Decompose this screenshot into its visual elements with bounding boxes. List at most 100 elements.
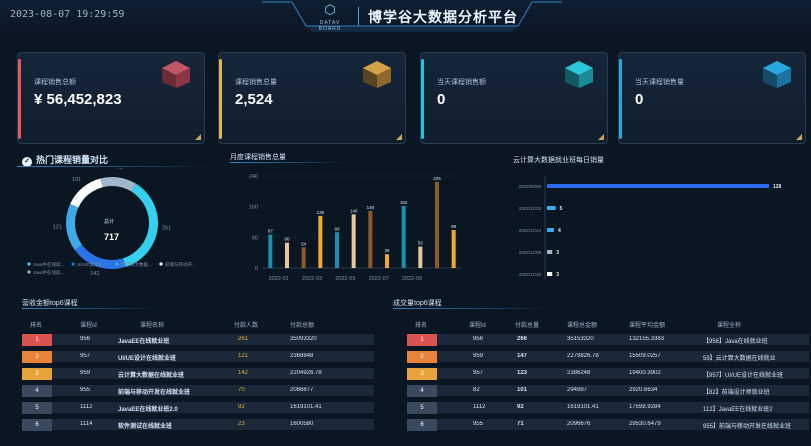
bar-value-label: 66	[284, 237, 290, 242]
y-tick-label: 2022/11/25	[519, 206, 542, 211]
donut-center-label: 总计	[104, 219, 115, 225]
table-row[interactable]: 5 1112 JavaEE在线就业班2.0 92 1619101.41	[22, 402, 374, 414]
header-course-id: 课程id	[80, 323, 97, 329]
cell-course-id: 956	[473, 336, 484, 342]
cell-payment-qty: 101	[517, 387, 528, 393]
x-tick-label: 2022-03	[302, 276, 322, 282]
bar	[268, 234, 273, 268]
card-accent-bar	[619, 59, 622, 139]
cell-course-name: JavaEE在线就业班	[118, 339, 170, 345]
monthly-sales-title: 月度课程销售总量	[230, 154, 286, 161]
bar	[285, 242, 289, 268]
cell-course-id: 959	[473, 353, 484, 359]
header-course-name: 课程名称	[140, 323, 165, 329]
bar-value-label: 93	[334, 226, 340, 231]
table-row[interactable]: 6 955 71 2096676 29530.6479 955】前端与移动开发在线就业班	[407, 419, 809, 431]
cell-course-name: 前端与移动开发在线就业班	[118, 390, 191, 396]
rank-badge: 1	[407, 334, 437, 346]
legend-swatch	[71, 262, 75, 266]
legend-swatch	[115, 262, 119, 266]
cell-payer-count: 261	[238, 336, 249, 342]
rank-badge: 4	[407, 385, 437, 397]
card-label: 当天课程销售额	[437, 79, 486, 86]
header-course-avg: 课程平均金额	[629, 323, 666, 329]
rank-badge: 6	[22, 419, 52, 431]
title-divider	[358, 7, 359, 25]
volume-table: 排名 课程id 付款总量 课程总金额 课程平均金额 课程全称 1 956 266 35…	[407, 318, 809, 442]
monthly-sales-bar-chart: 0 80 160 240 87 66 54 136 93 140 149 36 162 56 225 99 20…	[249, 174, 462, 282]
kpi-card-today-sales: 当天课程销售额 0	[420, 52, 608, 144]
cube-icon	[363, 61, 391, 88]
cell-course-fullname: 【957】UI/UE设计在线就业班	[703, 373, 784, 379]
revenue-table-title: 营收金额top6课程	[22, 300, 78, 307]
header-payment-qty: 付款总量	[515, 323, 540, 329]
rank-badge: 3	[407, 368, 437, 380]
card-accent-bar	[18, 59, 21, 139]
rank-badge: 1	[22, 334, 52, 346]
rank-badge: 2	[407, 351, 437, 363]
cell-payment-qty: 147	[517, 353, 528, 359]
card-label: 课程销售总量	[235, 79, 277, 86]
cell-course-total: 294987	[567, 387, 588, 393]
revenue-table-underline	[22, 308, 162, 309]
table-row[interactable]: 4 955 前端与移动开发在线就业班 70 2086877	[22, 385, 374, 397]
table-row[interactable]: 1 956 JavaEE在线就业班 261 35093320	[22, 334, 374, 346]
legend-entry: Java中在线就...	[33, 261, 64, 268]
table-row[interactable]: 2 959 147 2279826.78 15509.0257 59】云计算大数据在线就业	[407, 351, 809, 363]
bar-value-label: 225	[433, 176, 441, 181]
kpi-card-total-sales: 课程销售总额 ¥ 56,452,823	[17, 52, 205, 144]
y-tick-label: 0	[255, 266, 258, 272]
cell-course-name: UI/UE设计在线就业班	[118, 356, 177, 362]
bar	[418, 246, 423, 268]
cell-course-avg: 19400.3902	[629, 370, 661, 376]
legend-swatch	[27, 270, 31, 274]
table-row[interactable]: 3 959 云计算大数据在线就业班 142 2204926.78	[22, 368, 374, 380]
cell-course-avg: 132155.3383	[629, 336, 665, 342]
cell-course-total: 1619101.41	[567, 404, 599, 410]
cell-course-id: 1114	[80, 421, 93, 427]
bar-value-label: 87	[268, 229, 274, 234]
card-corner	[396, 134, 402, 140]
cell-course-fullname: 955】前端与移动开发在线就业班	[703, 424, 792, 430]
bar-value-label: 162	[400, 200, 408, 205]
cell-payment-qty: 92	[517, 404, 524, 410]
bar-value-label: 54	[301, 241, 307, 246]
bar	[435, 181, 439, 268]
header-course-id: 课程id	[469, 323, 486, 329]
x-tick-label: 2022-09	[402, 276, 422, 282]
cell-course-total: 2386248	[567, 370, 591, 376]
header-payment-total: 付款总额	[290, 323, 315, 329]
bar-value-label: 140	[350, 208, 358, 213]
cube-icon	[763, 61, 791, 88]
cell-payment-total: 2086877	[290, 387, 314, 393]
bar	[335, 232, 339, 268]
logo-icon: ⬡	[324, 2, 336, 17]
table-row[interactable]: 1 956 266 35153320 132155.3383 【956】Java在线就业班	[407, 334, 809, 346]
y-tick-label: 2022/11/24	[519, 228, 542, 233]
cell-payment-total: 35093320	[290, 336, 317, 342]
header-rank: 排名	[415, 323, 428, 329]
hot-courses-title-text: 热门课程销量对比	[36, 155, 109, 165]
table-row[interactable]: 2 957 UI/UE设计在线就业班 121 2368848	[22, 351, 374, 363]
hot-courses-donut-chart: 261 142 121 101 92 Java中在线就... UI/UE设计在... 云计算大…	[27, 168, 196, 277]
cell-course-total: 2096676	[567, 421, 591, 427]
card-value: 2,524	[235, 91, 273, 108]
table-header: 排名 课程id 课程名称 付款人数 付款总额	[22, 318, 374, 331]
bar-value-label: 149	[367, 205, 375, 210]
bar-value-label: 3	[556, 272, 559, 278]
legend-swatch	[27, 262, 31, 266]
cell-course-id: 959	[80, 370, 91, 376]
card-corner	[598, 134, 604, 140]
x-tick-label: 2022-07	[369, 276, 389, 282]
table-row[interactable]: 4 82 101 294987 2920.6634 【82】前端设计师就业班	[407, 385, 809, 397]
table-row[interactable]: 5 1112 92 1619101.41 17598.9284 112】JavaEE在线就…	[407, 402, 809, 414]
y-tick-label: 2022/11/09	[519, 250, 542, 255]
card-value: ¥ 56,452,823	[34, 91, 122, 108]
cell-payer-count: 142	[238, 370, 249, 376]
table-row[interactable]: 6 1114 软件测试在线就业班 23 1600580	[22, 419, 374, 431]
cube-icon	[565, 61, 593, 88]
header-course-total: 课程总金额	[567, 323, 598, 329]
rank-badge: 6	[407, 419, 437, 431]
y-tick-label: 160	[249, 205, 258, 211]
table-row[interactable]: 3 957 123 2386248 19400.3902 【957】UI/UE设计在线就业…	[407, 368, 809, 380]
